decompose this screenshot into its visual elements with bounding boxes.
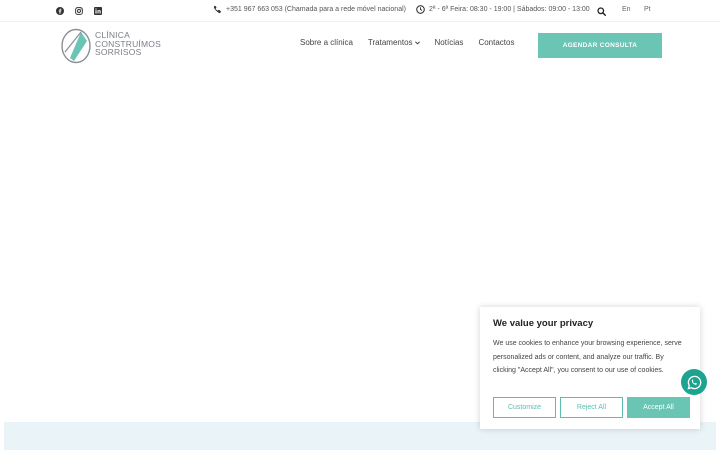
contact-info: +351 967 663 053 (Chamada para a rede mó… (213, 5, 590, 14)
linkedin-icon (94, 7, 102, 15)
main-nav: Sobre a clínica Tratamentos Notícias Con… (300, 38, 529, 47)
phone-number[interactable]: +351 967 663 053 (Chamada para a rede mó… (226, 6, 406, 13)
whatsapp-icon (686, 375, 701, 390)
cookie-accept-button[interactable]: Accept All (627, 397, 690, 418)
nav-item-about[interactable]: Sobre a clínica (300, 38, 353, 47)
phone-icon (213, 5, 221, 14)
whatsapp-button[interactable] (681, 369, 707, 395)
book-appointment-button[interactable]: AGENDAR CONSULTA (538, 33, 662, 58)
opening-hours: 2ª - 6ª Feira: 08:30 - 19:00 | Sábados: … (428, 6, 590, 13)
search-icon[interactable] (597, 7, 606, 16)
social-links (56, 7, 102, 15)
chevron-down-icon (414, 40, 420, 45)
top-bar: +351 967 663 053 (Chamada para a rede mó… (0, 0, 720, 22)
cookie-reject-button[interactable]: Reject All (560, 397, 623, 418)
logo-mark-icon (61, 28, 91, 64)
lang-en[interactable]: En (622, 6, 631, 13)
cookie-customize-button[interactable]: Customize (493, 397, 556, 418)
instagram-link[interactable] (75, 7, 83, 15)
linkedin-link[interactable] (94, 7, 102, 15)
clock-icon (416, 5, 425, 14)
nav-item-treatments[interactable]: Tratamentos (368, 38, 420, 47)
clinic-logo[interactable]: CLÍNICA CONSTRUÍMOS SORRISOS (61, 27, 171, 65)
nav-item-news[interactable]: Notícias (435, 38, 464, 47)
facebook-link[interactable] (56, 7, 64, 15)
facebook-icon (56, 7, 64, 15)
instagram-icon (75, 7, 83, 15)
logo-text: CLÍNICA CONSTRUÍMOS SORRISOS (95, 30, 161, 57)
cookie-title: We value your privacy (493, 318, 594, 329)
cookie-banner: We value your privacy We use cookies to … (480, 307, 700, 429)
nav-item-contacts[interactable]: Contactos (478, 38, 514, 47)
cookie-description: We use cookies to enhance your browsing … (493, 340, 682, 374)
cookie-actions: Customize Reject All Accept All (493, 397, 690, 418)
lang-pt[interactable]: Pt (644, 6, 651, 13)
